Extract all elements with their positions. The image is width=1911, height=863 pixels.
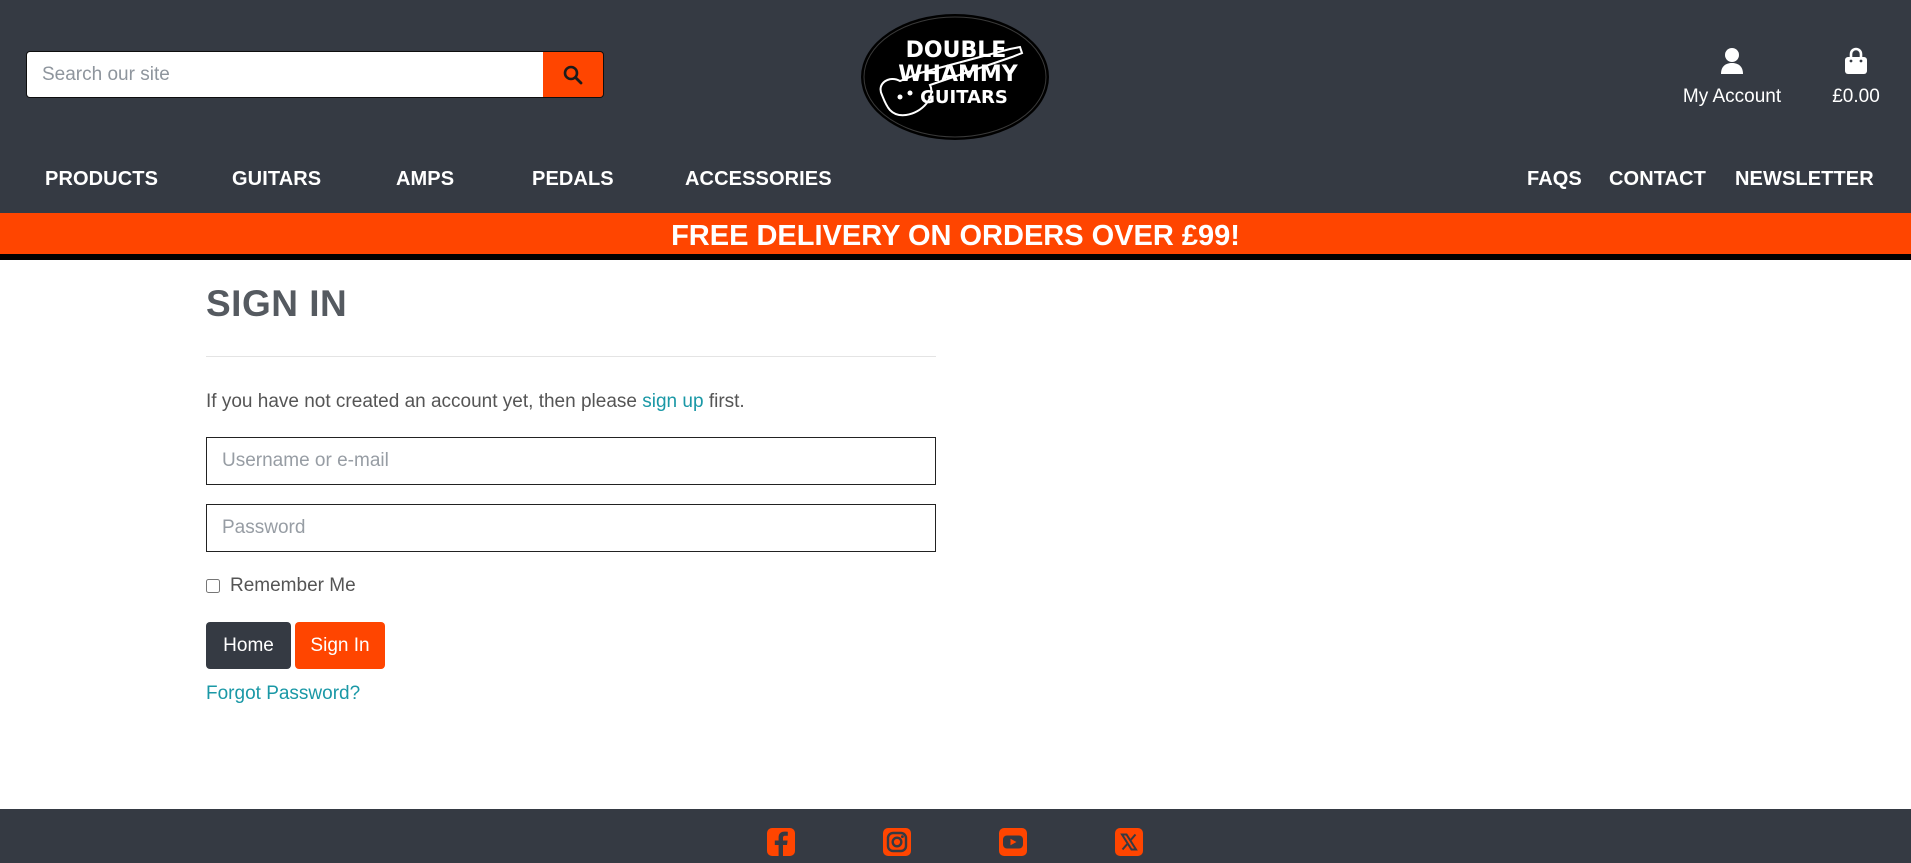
password-field[interactable] (206, 504, 936, 552)
signup-prompt: If you have not created an account yet, … (206, 391, 745, 413)
logo-text-whammy: WHAMMY (898, 62, 1018, 87)
cart-link[interactable]: £0.00 (1820, 47, 1892, 108)
nav-pedals[interactable]: PEDALS (532, 168, 614, 191)
sign-in-button[interactable]: Sign In (295, 622, 385, 669)
nav-products[interactable]: PRODUCTS (45, 168, 158, 191)
nav-faqs[interactable]: FAQS (1527, 168, 1582, 191)
nav-contact[interactable]: CONTACT (1609, 168, 1706, 191)
x-icon[interactable] (1115, 828, 1143, 856)
delivery-banner-text: FREE DELIVERY ON ORDERS OVER £99! (671, 220, 1240, 252)
site-logo[interactable]: DOUBLE WHAMMY GUITARS (860, 13, 1050, 141)
site-header: DOUBLE WHAMMY GUITARS My Account £0.00 P… (0, 0, 1911, 213)
instagram-icon[interactable] (883, 828, 911, 856)
facebook-icon[interactable] (767, 828, 795, 856)
forgot-password-link[interactable]: Forgot Password? (206, 683, 360, 705)
search-icon (563, 65, 583, 84)
logo-text-double: DOUBLE (906, 38, 1007, 63)
logo-text-guitars: GUITARS (920, 87, 1008, 108)
nav-newsletter[interactable]: NEWSLETTER (1735, 168, 1874, 191)
title-divider (206, 356, 936, 357)
youtube-icon[interactable] (999, 828, 1027, 856)
username-field[interactable] (206, 437, 936, 485)
search-button[interactable] (543, 52, 603, 97)
remember-me-label: Remember Me (230, 575, 356, 596)
nav-guitars[interactable]: GUITARS (232, 168, 321, 191)
signup-prompt-end: first. (708, 391, 745, 412)
my-account-link[interactable]: My Account (1672, 47, 1792, 108)
user-icon (1721, 48, 1743, 74)
delivery-banner: FREE DELIVERY ON ORDERS OVER £99! (0, 213, 1911, 260)
search-bar (26, 51, 604, 98)
remember-me[interactable]: Remember Me (206, 575, 356, 597)
site-footer (0, 809, 1911, 863)
search-input[interactable] (27, 52, 543, 97)
remember-me-checkbox[interactable] (206, 579, 220, 593)
my-account-label: My Account (1682, 86, 1782, 107)
cart-total: £0.00 (1832, 86, 1880, 107)
shopping-bag-icon (1845, 47, 1867, 74)
nav-amps[interactable]: AMPS (396, 168, 454, 191)
signup-link[interactable]: sign up (642, 391, 703, 412)
signup-prompt-text: If you have not created an account yet, … (206, 391, 637, 412)
nav-accessories[interactable]: ACCESSORIES (685, 168, 832, 191)
page-title: SIGN IN (206, 283, 348, 324)
home-button[interactable]: Home (206, 622, 291, 669)
